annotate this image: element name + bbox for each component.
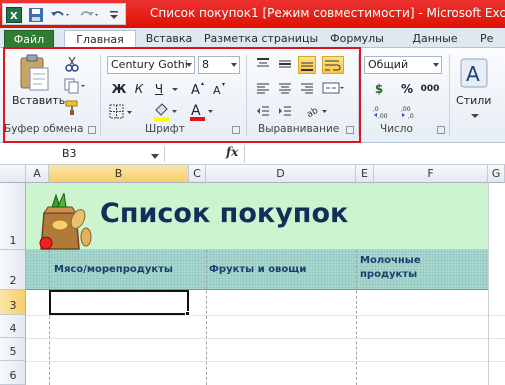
window-title: Список покупок1 [Режим совместимости] - …: [150, 6, 505, 20]
currency-button[interactable]: $: [366, 80, 392, 98]
styles-button[interactable]: Стили: [456, 94, 491, 107]
number-launcher-icon[interactable]: [437, 126, 445, 134]
column-divider: [488, 183, 489, 385]
grocery-bag-icon: [32, 191, 96, 251]
row-header[interactable]: 5: [0, 338, 26, 361]
redo-icon[interactable]: [78, 7, 98, 23]
row-divider: [26, 315, 505, 316]
tab-insert[interactable]: Вставка: [143, 30, 195, 48]
number-format-select[interactable]: Общий: [364, 56, 442, 74]
category-dairy: Молочные продукты: [360, 255, 421, 280]
column-header[interactable]: D: [206, 165, 356, 183]
column-header[interactable]: B: [49, 165, 189, 183]
column-header[interactable]: C: [189, 165, 206, 183]
group-label-number: Число: [380, 123, 413, 135]
comma-style-button[interactable]: 000: [418, 80, 442, 98]
column-divider: [206, 250, 207, 385]
ribbon-tabs: Файл Главная Вставка Разметка страницы Ф…: [0, 28, 505, 49]
decrease-decimal-icon[interactable]: ,00,0: [400, 103, 422, 121]
spreadsheet-grid: A B C D E F G 1 2 3 4 5 6 Список покупок…: [0, 165, 505, 385]
sheet-title: Список покупок: [100, 198, 349, 229]
percent-button[interactable]: %: [398, 80, 416, 98]
formula-bar: B3 fx: [0, 143, 505, 165]
svg-text:A: A: [466, 62, 480, 86]
column-header[interactable]: A: [26, 165, 49, 183]
customize-qat-icon[interactable]: [106, 7, 122, 23]
category-fruits-vegetables: Фрукты и овощи: [209, 264, 307, 275]
fill-handle[interactable]: [185, 311, 190, 316]
increase-decimal-icon[interactable]: ,0,00: [372, 103, 394, 121]
undo-icon[interactable]: [50, 7, 69, 23]
row-header[interactable]: 6: [0, 361, 26, 385]
group-separator: [449, 54, 450, 136]
svg-text:X: X: [10, 11, 18, 22]
excel-logo-icon: X: [6, 7, 22, 23]
formula-divider: [164, 146, 165, 162]
styles-dropdown-icon[interactable]: [470, 110, 480, 118]
row-header[interactable]: 3: [0, 290, 26, 315]
select-all-corner[interactable]: [0, 165, 26, 183]
name-box-dropdown-icon[interactable]: [150, 151, 160, 159]
column-header[interactable]: G: [488, 165, 505, 183]
row-header[interactable]: 2: [0, 250, 26, 290]
svg-text:,00: ,00: [378, 113, 388, 119]
row-header[interactable]: 4: [0, 315, 26, 338]
active-cell-b3[interactable]: [49, 290, 189, 315]
svg-text:,00: ,00: [401, 106, 411, 113]
svg-text:,0: ,0: [408, 113, 414, 119]
tab-data[interactable]: Данные: [409, 30, 461, 48]
column-divider: [49, 250, 50, 385]
row-header[interactable]: 1: [0, 183, 26, 250]
column-divider: [356, 250, 357, 385]
category-meat-seafood: Мясо/морепродукты: [54, 264, 173, 275]
tab-review[interactable]: Ре: [480, 30, 505, 48]
column-header[interactable]: F: [374, 165, 488, 183]
insert-function-button[interactable]: fx: [226, 145, 238, 159]
tab-file[interactable]: Файл: [4, 30, 54, 48]
styles-icon[interactable]: A: [458, 56, 490, 90]
formula-input[interactable]: [244, 145, 505, 163]
title-bar: X Список покупок1 [Режим совместимости] …: [0, 0, 505, 28]
quick-access-toolbar: X: [2, 3, 126, 25]
ribbon-highlight-frame: [3, 47, 361, 143]
tab-formulas[interactable]: Формулы: [328, 30, 386, 48]
name-box[interactable]: B3: [0, 145, 160, 163]
svg-text:,0: ,0: [373, 106, 379, 113]
tab-page-layout[interactable]: Разметка страницы: [203, 30, 319, 48]
save-icon[interactable]: [28, 7, 44, 23]
row-divider: [26, 361, 505, 362]
row-divider: [26, 338, 505, 339]
column-header[interactable]: E: [356, 165, 374, 183]
